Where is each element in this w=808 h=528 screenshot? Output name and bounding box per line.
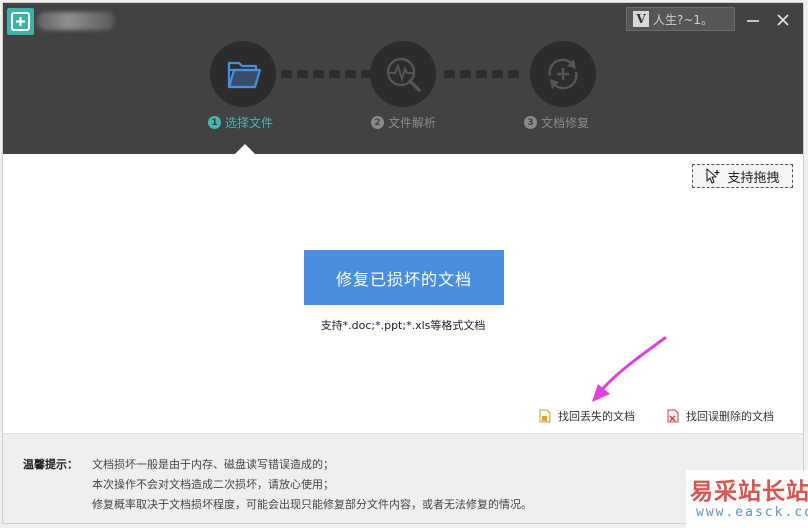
watermark-text: 易采站长站 <box>690 478 808 505</box>
site-watermark: 易采站长站 www.easck.com <box>686 470 808 528</box>
annotation-arrow-icon <box>592 336 667 402</box>
watermark-url: www.easck.com <box>696 505 808 520</box>
